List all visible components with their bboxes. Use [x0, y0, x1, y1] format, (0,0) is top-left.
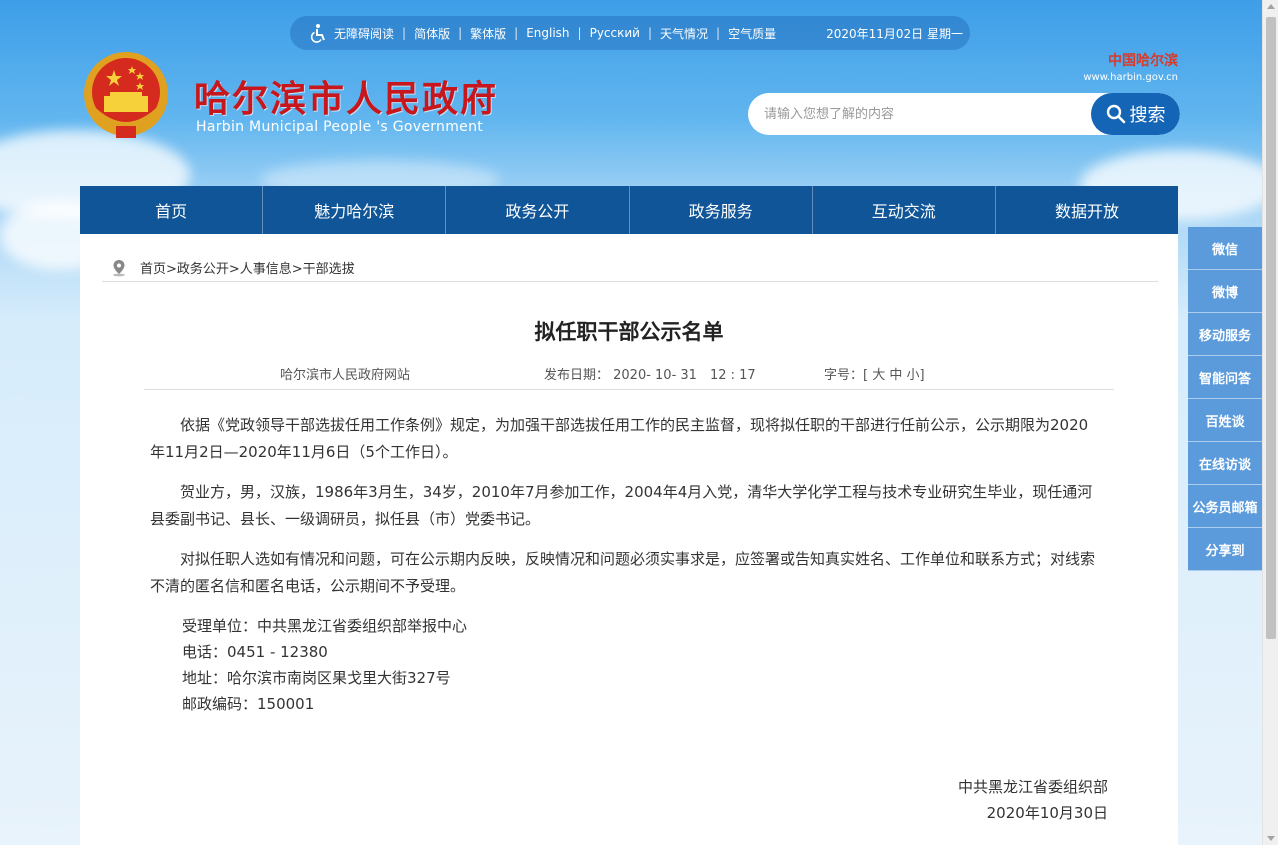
contact-unit: 受理单位：中共黑龙江省委组织部举报中心	[182, 617, 468, 635]
brand-url: www.harbin.gov.cn	[1083, 72, 1178, 83]
article-meta: 哈尔滨市人民政府网站 发布日期： 2020- 10- 31 12 : 17 字号…	[144, 358, 1114, 390]
search-button[interactable]: 搜索	[1091, 93, 1180, 135]
scroll-down-icon[interactable]	[1267, 836, 1275, 841]
separator: |	[647, 26, 653, 40]
search-icon	[1106, 104, 1125, 124]
page-scrollbar[interactable]	[1262, 0, 1278, 845]
signature-org: 中共黑龙江省委组织部	[957, 778, 1108, 796]
search-button-label: 搜索	[1129, 105, 1166, 126]
nav-government-services[interactable]: 政务服务	[630, 186, 813, 234]
search-input[interactable]	[748, 93, 1088, 135]
side-civil-servant-mail[interactable]: 公务员邮箱	[1188, 485, 1262, 528]
link-traditional[interactable]: 繁体版	[470, 25, 506, 42]
article-signature: 中共黑龙江省委组织部 2020年10月30日	[958, 774, 1108, 826]
nav-open-data[interactable]: 数据开放	[996, 186, 1178, 234]
side-smart-qa[interactable]: 智能问答	[1188, 356, 1262, 399]
article-publish-date: 发布日期： 2020- 10- 31 12 : 17	[544, 368, 756, 383]
signature-date: 2020年10月30日	[986, 804, 1108, 822]
separator: |	[402, 26, 407, 40]
harbin-brand-logo[interactable]: 中国哈尔滨 www.harbin.gov.cn	[1068, 50, 1178, 83]
national-emblem-icon[interactable]	[80, 48, 172, 144]
contact-address: 地址：哈尔滨市南岗区果戈里大街327号	[182, 669, 451, 687]
brand-name: 中国哈尔滨	[1108, 53, 1178, 69]
side-share[interactable]: 分享到	[1188, 528, 1262, 571]
top-links: 无障碍阅读 | 简体版 | 繁体版 | English | Русский | …	[334, 25, 776, 42]
side-weibo[interactable]: 微博	[1188, 270, 1262, 313]
contact-postcode: 邮政编码：150001	[182, 695, 315, 713]
top-toolbar: 无障碍阅读 | 简体版 | 繁体版 | English | Русский | …	[290, 16, 970, 50]
nav-government-affairs[interactable]: 政务公开	[446, 186, 630, 234]
link-accessible-reading[interactable]: 无障碍阅读	[334, 25, 394, 42]
article-paragraph: 对拟任职人选如有情况和问题，可在公示期内反映，反映情况和问题必须实事求是，应签署…	[150, 550, 1096, 595]
link-air-quality[interactable]: 空气质量	[728, 25, 776, 42]
link-english[interactable]: English	[526, 26, 569, 40]
article-paragraph: 贺业方，男，汉族，1986年3月生，34岁，2010年7月参加工作，2004年4…	[150, 483, 1093, 528]
accessibility-icon[interactable]	[308, 23, 328, 43]
site-title: 哈尔滨市人民政府	[194, 79, 499, 120]
article-body: 依据《党政领导干部选拔任用工作条例》规定，为加强干部选拔任用工作的民主监督，现将…	[150, 412, 1100, 717]
search-box: 搜索	[748, 93, 1180, 135]
contact-phone: 电话：0451 - 12380	[182, 643, 328, 661]
current-date: 2020年11月02日 星期一	[826, 26, 963, 41]
nav-home[interactable]: 首页	[80, 186, 264, 234]
article-paragraph: 依据《党政领导干部选拔任用工作条例》规定，为加强干部选拔任用工作的民主监督，现将…	[150, 416, 1089, 461]
side-mobile-service[interactable]: 移动服务	[1188, 313, 1262, 356]
separator: |	[514, 26, 519, 40]
nav-charm-harbin[interactable]: 魅力哈尔滨	[263, 186, 447, 234]
scrollbar-thumb[interactable]	[1266, 17, 1276, 639]
separator: |	[577, 26, 582, 40]
scroll-up-icon[interactable]	[1267, 4, 1275, 9]
content-panel: 首页>政务公开>人事信息>干部选拔 拟任职干部公示名单 哈尔滨市人民政府网站 发…	[80, 234, 1178, 845]
site-subtitle: Harbin Municipal People 's Government	[196, 119, 484, 135]
contact-info: 受理单位：中共黑龙江省委组织部举报中心 电话：0451 - 12380 地址：哈…	[150, 613, 1100, 717]
location-pin-icon	[113, 259, 125, 276]
breadcrumb: 首页>政务公开>人事信息>干部选拔	[102, 254, 1158, 282]
side-public-talk[interactable]: 百姓谈	[1188, 399, 1262, 442]
separator: |	[458, 26, 463, 40]
link-russian[interactable]: Русский	[590, 26, 640, 40]
nav-interaction[interactable]: 互动交流	[813, 186, 996, 234]
side-float-bar: 微信 微博 移动服务 智能问答 百姓谈 在线访谈 公务员邮箱 分享到	[1188, 227, 1262, 571]
main-nav: 首页 魅力哈尔滨 政务公开 政务服务 互动交流 数据开放	[80, 186, 1178, 234]
article-title: 拟任职干部公示名单	[534, 320, 724, 344]
breadcrumb-path[interactable]: 首页>政务公开>人事信息>干部选拔	[140, 258, 355, 277]
font-size-control[interactable]: 字号：[ 大 中 小]	[824, 364, 925, 383]
side-online-interview[interactable]: 在线访谈	[1188, 442, 1262, 485]
side-wechat[interactable]: 微信	[1188, 227, 1262, 270]
article-source: 哈尔滨市人民政府网站	[280, 368, 411, 383]
link-simplified[interactable]: 简体版	[414, 25, 450, 42]
separator: |	[716, 26, 721, 40]
link-weather[interactable]: 天气情况	[660, 25, 708, 42]
